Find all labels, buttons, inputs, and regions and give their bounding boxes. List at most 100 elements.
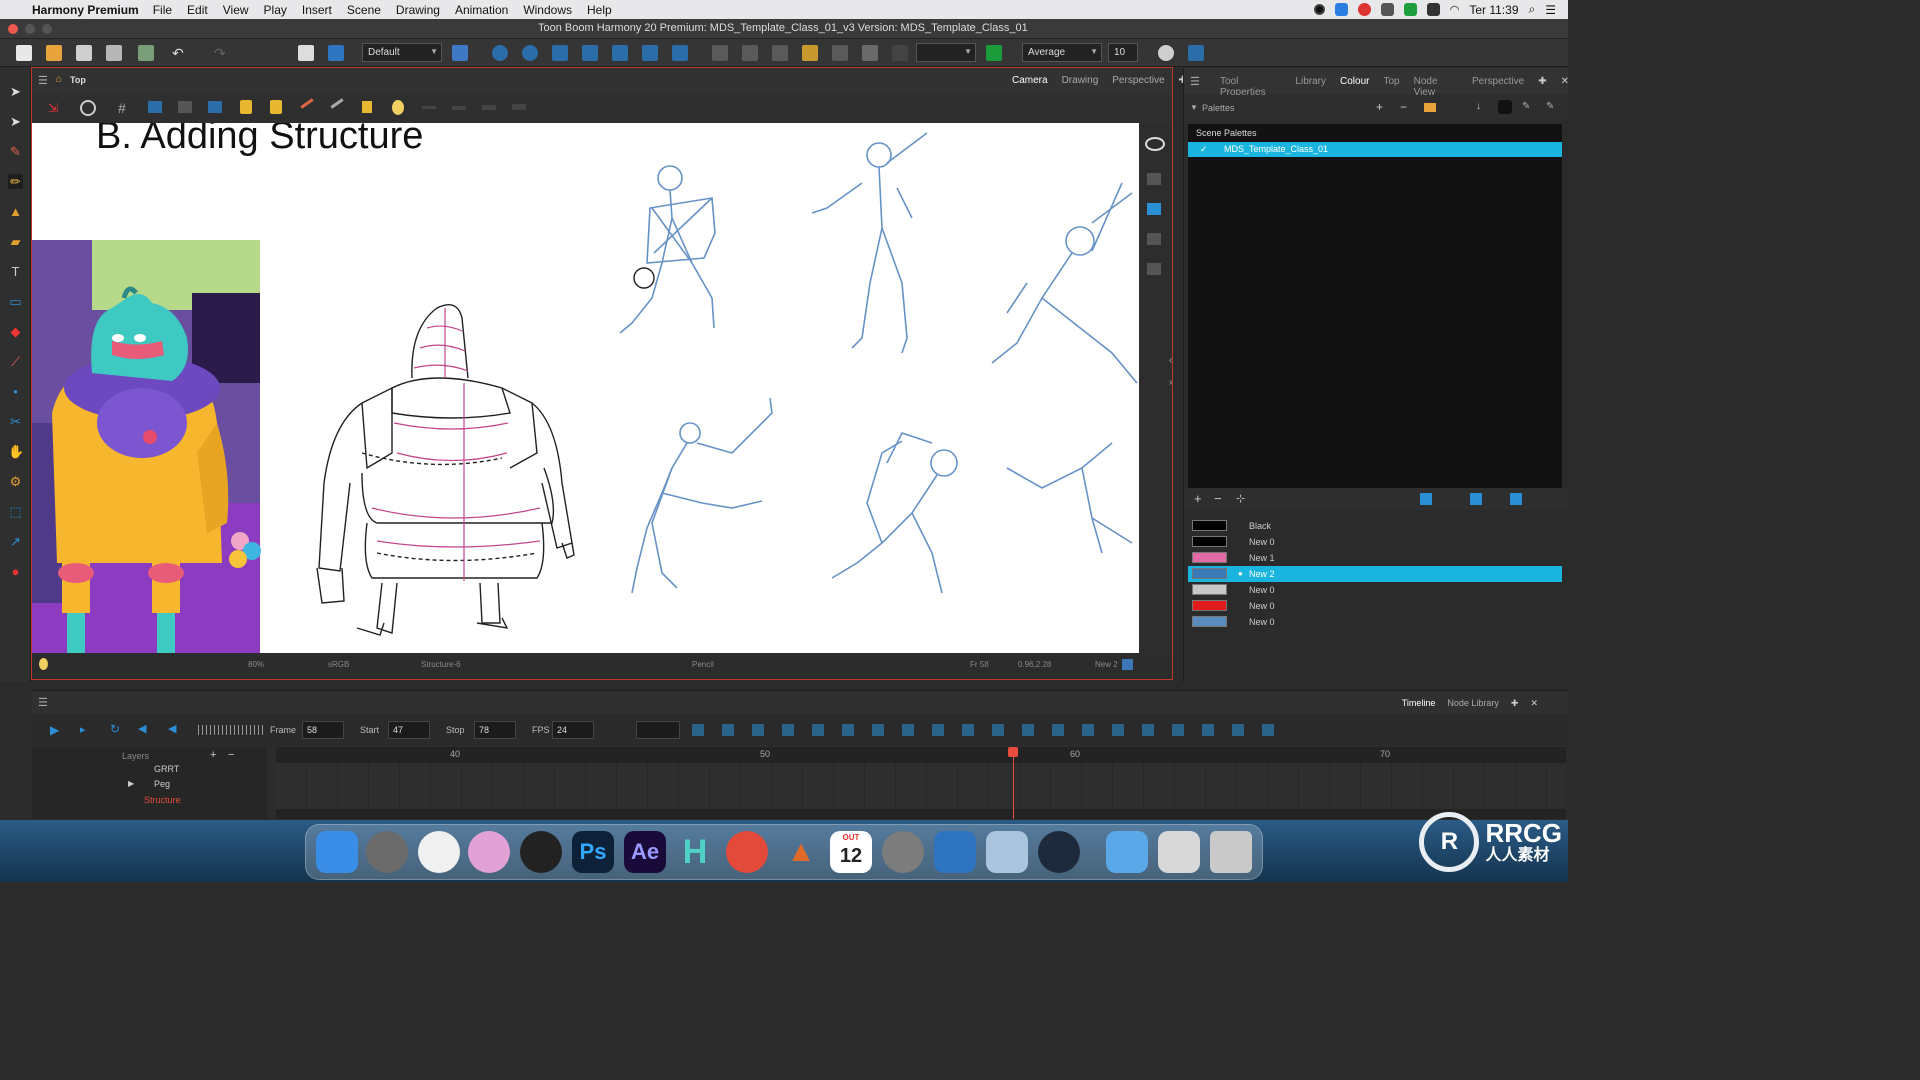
color-space[interactable]: sRGB (328, 660, 349, 669)
menu-view[interactable]: View (223, 3, 249, 17)
eraser-tool-icon[interactable]: ▰ (8, 234, 23, 249)
chrome-icon[interactable] (726, 831, 768, 873)
photoshop-icon[interactable]: Ps (572, 831, 614, 873)
stop-field[interactable]: 78 (474, 721, 516, 739)
remove-palette-icon[interactable]: − (1400, 100, 1407, 114)
transform-icon[interactable] (612, 45, 628, 61)
hand-tool-icon[interactable]: ✋ (8, 444, 24, 459)
frame-field[interactable]: 58 (302, 721, 344, 739)
grid-toggle-icon[interactable] (892, 45, 908, 61)
brush-line-icon[interactable] (330, 98, 344, 109)
downloads-folder-icon[interactable] (1106, 831, 1148, 873)
brush-colour-icon[interactable] (1470, 493, 1482, 505)
view-breadcrumb[interactable]: Top (70, 75, 86, 85)
frames-area[interactable]: 40 50 60 70 (276, 747, 1566, 819)
swatch-row[interactable]: New 0 (1188, 534, 1562, 550)
menu-help[interactable]: Help (587, 3, 612, 17)
shape-tool-icon[interactable]: ▭ (8, 294, 23, 309)
menu-insert[interactable]: Insert (302, 3, 332, 17)
tab-perspective[interactable]: Perspective (1112, 75, 1164, 86)
ik-icon[interactable] (642, 45, 658, 61)
zoom-level[interactable]: 80% (248, 660, 264, 669)
after-effects-icon[interactable]: Ae (624, 831, 666, 873)
layer-stack-active-icon[interactable] (1147, 203, 1161, 215)
layer-stack-icon-3[interactable] (1147, 263, 1161, 275)
add-palette-icon[interactable]: + (1376, 100, 1383, 114)
finder-icon[interactable] (316, 831, 358, 873)
stroke-size-2-icon[interactable] (452, 106, 466, 110)
close-window-icon[interactable] (8, 24, 18, 34)
clipboard-icon[interactable] (298, 45, 314, 61)
text-tool-icon[interactable]: T (8, 264, 23, 279)
layer-row[interactable]: GRRT (32, 763, 267, 777)
add-swatch-icon[interactable]: + (1194, 491, 1202, 506)
save-icon[interactable] (76, 45, 92, 61)
contour-editor-icon[interactable]: ➤ (8, 114, 23, 129)
flag-icon[interactable] (1403, 3, 1417, 16)
harmony-icon[interactable]: H (674, 831, 716, 873)
curve-deform-icon[interactable] (772, 45, 788, 61)
workspace-manager-icon[interactable] (452, 45, 468, 61)
ground-icon[interactable] (208, 101, 222, 113)
spotlight-icon[interactable]: ⌕ (1529, 2, 1536, 17)
record-icon[interactable] (1313, 4, 1325, 15)
tab-node-library[interactable]: Node Library (1447, 698, 1499, 709)
remove-layer-icon[interactable]: − (228, 749, 234, 761)
arrow-down-icon[interactable]: ↓ (1476, 101, 1481, 112)
bulb-status-icon[interactable] (39, 658, 48, 670)
open-folder-icon[interactable] (46, 45, 62, 61)
photos-icon[interactable] (418, 831, 460, 873)
gear-icon[interactable] (1158, 45, 1174, 61)
calendar-icon[interactable]: OUT 12 (830, 831, 872, 873)
camera-view-canvas[interactable]: B. Adding Structure (32, 123, 1139, 653)
expand-layer-icon[interactable]: ▶ (128, 779, 134, 788)
redo-icon[interactable]: ↷ (214, 45, 230, 61)
workspace-select[interactable]: Default ▼ (362, 43, 442, 62)
smoothing-select[interactable]: Average ▼ (1022, 43, 1102, 62)
brush-tool-icon[interactable]: ✎ (8, 144, 23, 159)
swatch-row-selected[interactable]: ● New 2 (1188, 566, 1562, 582)
snap-icon[interactable] (492, 45, 508, 61)
new-scene-icon[interactable] (16, 45, 32, 61)
menu-scene[interactable]: Scene (347, 3, 381, 17)
dropper-tool-icon[interactable]: ⟋ (8, 354, 23, 369)
swatch-row[interactable]: New 0 (1188, 582, 1562, 598)
speed-slider[interactable] (198, 725, 266, 735)
reset-view-icon[interactable]: ⇲ (48, 101, 62, 115)
davinci-resolve-icon[interactable] (520, 831, 562, 873)
affinity-icon[interactable]: ▲ (780, 831, 822, 873)
camera-tool-icon[interactable]: ● (8, 564, 23, 579)
keyframe-tools-icon[interactable] (692, 724, 1282, 736)
wifi-icon[interactable]: ◠ (1450, 3, 1460, 16)
start-field[interactable]: 47 (388, 721, 430, 739)
fill-colour-icon[interactable] (1510, 493, 1522, 505)
select-tool-icon[interactable]: ➤ (8, 84, 23, 99)
menu-windows[interactable]: Windows (523, 3, 572, 17)
zoom-window-icon[interactable] (42, 24, 52, 34)
close-timeline-icon[interactable]: ✕ (1530, 698, 1538, 709)
play-icon[interactable]: ▶ (50, 723, 59, 737)
swatch-row[interactable]: New 0 (1188, 614, 1562, 630)
cutter-tool-icon[interactable]: ✂ (8, 414, 23, 429)
paint-icon[interactable] (362, 101, 372, 113)
fps-field[interactable]: 24 (552, 721, 594, 739)
pencil-tool-icon[interactable]: ✏ (8, 174, 23, 189)
grid-icon[interactable]: # (118, 100, 126, 116)
menu-animation[interactable]: Animation (455, 3, 508, 17)
blank-select[interactable]: ▼ (916, 43, 976, 62)
add-layer-icon[interactable]: + (210, 749, 216, 761)
layer-stack-icon[interactable] (1147, 173, 1161, 185)
minimize-window-icon[interactable] (25, 24, 35, 34)
creative-cloud-icon[interactable] (1357, 3, 1371, 16)
menu-play[interactable]: Play (264, 3, 287, 17)
skew-icon[interactable] (582, 45, 598, 61)
bone-icon[interactable] (712, 45, 728, 61)
launchpad-icon[interactable] (366, 831, 408, 873)
undo-icon[interactable]: ↶ (172, 45, 188, 61)
import-icon[interactable] (138, 45, 154, 61)
trash-icon[interactable] (1210, 831, 1252, 873)
morph-tool-icon[interactable]: ↗ (8, 534, 23, 549)
folder-icon[interactable] (1424, 103, 1436, 112)
play-selection-icon[interactable]: ▸ (80, 723, 86, 736)
palette-brush-icon[interactable]: ✎ (1522, 101, 1530, 112)
